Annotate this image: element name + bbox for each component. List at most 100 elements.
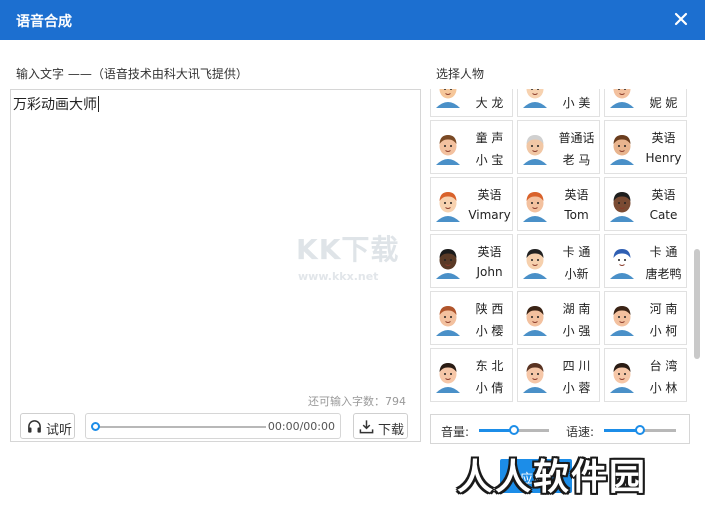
character-language: 四 川: [562, 359, 591, 373]
character-language: 卡 通: [562, 245, 591, 259]
character-name: 小 樱: [475, 324, 504, 338]
text-content[interactable]: 万彩动画大师: [13, 94, 99, 114]
kk-watermark-url: www.kkx.net: [298, 270, 379, 283]
girl-pigtails-avatar: [523, 89, 547, 108]
text-caret: [98, 96, 99, 112]
character-card[interactable]: 粤 语大 龙: [430, 89, 513, 117]
man-dark-skin-avatar: [436, 249, 460, 279]
character-card[interactable]: 英语 John: [430, 234, 513, 288]
young-man-avatar: [523, 306, 547, 336]
woman-dark-skin-avatar: [610, 192, 634, 222]
girl-red-avatar: [610, 89, 634, 108]
character-name: Cate: [649, 208, 678, 222]
man-red-hair-avatar: [523, 192, 547, 222]
character-name: 大 龙: [475, 96, 504, 110]
character-scrollbar[interactable]: [693, 89, 701, 404]
download-label: 下载: [378, 423, 405, 438]
character-language: 英语: [564, 188, 589, 202]
character-card[interactable]: 普通话老 马: [517, 120, 600, 174]
close-icon[interactable]: [671, 9, 691, 29]
kk-watermark: KK下载: [296, 233, 400, 266]
character-card[interactable]: 英语 Henry: [604, 120, 687, 174]
character-name: 小 蓉: [562, 381, 591, 395]
character-name: Tom: [564, 208, 589, 222]
character-card[interactable]: 河 南小 柯: [604, 291, 687, 345]
character-language: 英语: [477, 245, 502, 259]
character-name: 老 马: [562, 153, 591, 167]
character-card[interactable]: 英语 Tom: [517, 177, 600, 231]
window-title: 语音合成: [16, 14, 72, 30]
playback-track[interactable]: [96, 426, 266, 428]
character-language: 卡 通: [649, 245, 678, 259]
character-language: 英语: [477, 188, 502, 202]
girl-black-hair-avatar: [610, 363, 634, 393]
download-button[interactable]: 下载: [353, 413, 408, 439]
character-name: 唐老鸭: [645, 267, 682, 281]
character-card[interactable]: 台 湾小 林: [604, 348, 687, 402]
woman-long-hair-avatar: [436, 363, 460, 393]
download-icon: [359, 420, 374, 434]
boy-brown-hair-avatar: [436, 135, 460, 165]
character-card[interactable]: 卡 通小新: [517, 234, 600, 288]
playback-time: 00:00/00:00: [267, 420, 335, 433]
character-name: 小 美: [562, 96, 591, 110]
remaining-char-count: 还可输入字数：794: [308, 395, 406, 408]
donald-duck-avatar: [610, 249, 634, 279]
character-language: 童 声: [475, 131, 504, 145]
character-card[interactable]: 粤 语小 美: [517, 89, 600, 117]
character-language: 普通话: [558, 131, 595, 145]
crayon-shinchan-avatar: [523, 249, 547, 279]
girl-crown-avatar: [523, 363, 547, 393]
character-name: Vimary: [468, 208, 511, 222]
woman-bun-avatar: [436, 306, 460, 336]
character-language: 台 湾: [649, 359, 678, 373]
character-name: 小新: [564, 267, 589, 281]
character-name: John: [476, 265, 503, 279]
try-listen-label: 试听: [46, 423, 73, 438]
character-card[interactable]: 四 川小 蓉: [517, 348, 600, 402]
woman-red-hair-avatar: [436, 192, 460, 222]
man-bowtie-avatar: [610, 306, 634, 336]
character-select-label: 选择人物: [436, 67, 485, 81]
character-card[interactable]: 卡 通唐老鸭: [604, 234, 687, 288]
title-bar: 语音合成: [0, 0, 705, 40]
character-language: 湖 南: [562, 302, 591, 316]
character-name: 小 强: [562, 324, 591, 338]
speed-slider[interactable]: [604, 425, 676, 435]
character-card[interactable]: 英语 Vimary: [430, 177, 513, 231]
character-card[interactable]: 陕 西小 樱: [430, 291, 513, 345]
character-card[interactable]: 东 北小 倩: [430, 348, 513, 402]
audio-player[interactable]: 00:00/00:00: [85, 413, 341, 439]
headphones-icon: [28, 420, 41, 433]
character-name: 小 宝: [475, 153, 504, 167]
character-card[interactable]: 童 声妮 妮: [604, 89, 687, 117]
character-name: 小 倩: [475, 381, 504, 395]
volume-slider[interactable]: [479, 425, 549, 435]
speed-label: 语速:: [566, 425, 595, 439]
character-card[interactable]: 湖 南小 强: [517, 291, 600, 345]
character-name: 小 柯: [649, 324, 678, 338]
character-name: Henry: [645, 151, 682, 165]
text-input-label: 输入文字 ——（语音技术由科大讯飞提供）: [16, 67, 248, 81]
speed-knob[interactable]: [635, 425, 645, 435]
scrollbar-thumb[interactable]: [694, 249, 700, 359]
brand-watermark: 人人软件园: [457, 457, 648, 498]
character-card[interactable]: 童 声小 宝: [430, 120, 513, 174]
character-language: 河 南: [649, 302, 678, 316]
volume-label: 音量:: [441, 425, 470, 439]
bearded-man-avatar: [610, 135, 634, 165]
old-man-glasses-avatar: [523, 135, 547, 165]
try-listen-button[interactable]: 试听: [20, 413, 75, 439]
character-name: 妮 妮: [649, 96, 678, 110]
character-card[interactable]: 英语 Cate: [604, 177, 687, 231]
character-name: 小 林: [649, 381, 678, 395]
character-language: 英语: [651, 188, 676, 202]
character-language: 英语: [651, 131, 676, 145]
boy-cap-avatar: [436, 89, 460, 108]
character-language: 陕 西: [475, 302, 504, 316]
character-language: 东 北: [475, 359, 504, 373]
playback-knob[interactable]: [91, 422, 100, 431]
voice-controls: 音量: 语速:: [430, 414, 690, 444]
volume-knob[interactable]: [509, 425, 519, 435]
character-grid[interactable]: 粤 语大 龙粤 语小 美童 声妮 妮童 声小 宝普通话老 马英语Henry英语V…: [430, 89, 690, 404]
